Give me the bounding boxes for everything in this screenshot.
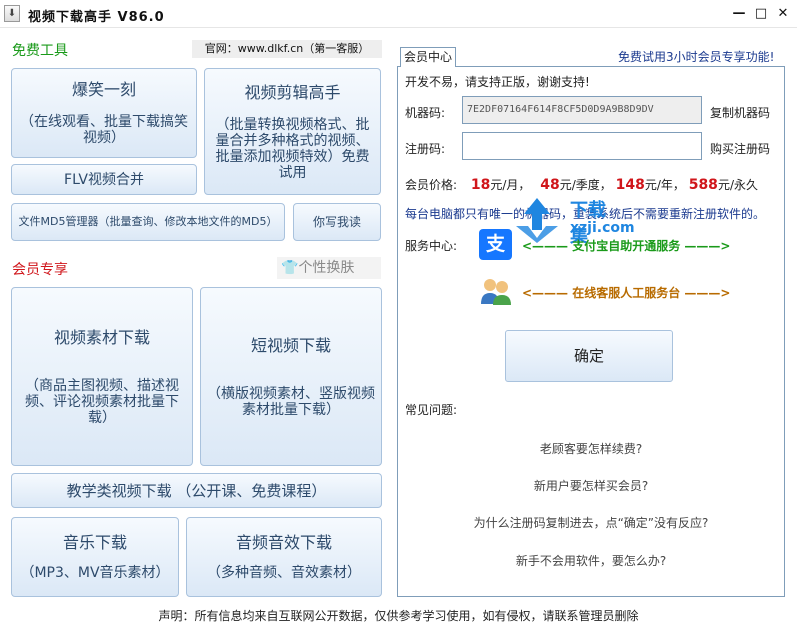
button-title: 视频剪辑高手: [244, 82, 341, 102]
music-download-button[interactable]: 音乐下载 （MP3、MV音乐素材）: [11, 517, 179, 597]
free-tools-title: 免费工具: [12, 43, 68, 59]
price-label: 会员价格:: [405, 178, 458, 192]
faq-item[interactable]: 为什么注册码复制进去，点“确定”没有反应?: [398, 514, 784, 531]
shirt-icon: 👕: [281, 260, 299, 276]
faq-item[interactable]: 老顾客要怎样续费?: [398, 440, 784, 457]
buy-reg-code-button[interactable]: 购买注册码: [710, 140, 770, 157]
customer-service-icon: [481, 279, 511, 305]
reg-code-input[interactable]: [462, 132, 702, 160]
alipay-icon: 支: [479, 229, 512, 260]
maximize-button[interactable]: □: [750, 4, 772, 24]
close-button[interactable]: ✕: [772, 4, 794, 24]
audio-effects-download-button[interactable]: 音频音效下载 （多种音频、音效素材）: [186, 517, 382, 597]
price-quarter: 48元/季度，: [540, 177, 612, 193]
faq-item[interactable]: 新用户要怎样买会员?: [398, 477, 784, 494]
faq-item[interactable]: 新手不会用软件，要怎么办?: [398, 552, 784, 569]
button-desc: （批量转换视频格式、批量合并多种格式的视频、批量添加视频特效）免费试用: [215, 116, 370, 181]
member-title: 会员专享: [12, 262, 68, 278]
main-window: ⬇ 视频下载高手 V86.0 — □ ✕ 免费工具 官网：www.dlkf.cn…: [0, 0, 797, 635]
button-title: 你写我读: [312, 215, 361, 229]
minimize-button[interactable]: —: [728, 4, 750, 24]
price-year: 148元/年，: [615, 177, 685, 193]
download-arrow-icon: ⬇: [4, 5, 20, 22]
reg-code-label: 注册码:: [405, 142, 446, 156]
material-video-download-button[interactable]: 视频素材下载 （商品主图视频、描述视频、评论视频素材批量下载）: [11, 287, 193, 466]
button-desc: （横版视频素材、竖版视频素材批量下载）: [207, 385, 375, 418]
tab-member-center[interactable]: 会员中心: [400, 47, 456, 67]
machine-code-note: 每台电脑都只有唯一的机器码，重装系统后不需要重新注册软件的。: [405, 207, 766, 221]
copy-machine-code-button[interactable]: 复制机器码: [710, 104, 770, 121]
teaching-video-download-button[interactable]: 教学类视频下载 （公开课、免费课程）: [11, 473, 382, 508]
machine-code-field[interactable]: 7E2DF07164F614F8CF5D0D9A9B8D9DV: [462, 96, 702, 124]
you-write-i-read-button[interactable]: 你写我读: [293, 203, 381, 241]
skin-switch-button[interactable]: 👕个性换肤: [277, 257, 381, 279]
trial-notice: 免费试用3小时会员专享功能!: [618, 50, 775, 64]
button-title: 短视频下载: [250, 335, 331, 355]
button-desc: （MP3、MV音乐素材）: [20, 565, 170, 581]
skin-label: 个性换肤: [298, 260, 355, 276]
online-cs-link[interactable]: <——— 在线客服人工服务台 ———>: [522, 284, 730, 301]
button-desc: （多种音频、音效素材）: [207, 565, 361, 581]
button-title: 爆笑一刻: [71, 80, 136, 99]
service-center-label: 服务中心:: [405, 239, 458, 253]
support-notice: 开发不易，请支持正版，谢谢支持!: [405, 75, 590, 89]
video-editor-button[interactable]: 视频剪辑高手 （批量转换视频格式、批量合并多种格式的视频、批量添加视频特效）免费…: [204, 68, 381, 195]
alipay-self-service-link[interactable]: <——— 支付宝自助开通服务 ———>: [522, 237, 730, 254]
faq-label: 常见问题:: [405, 403, 458, 417]
flv-merge-button[interactable]: FLV视频合并: [11, 164, 197, 195]
button-title: FLV视频合并: [64, 171, 144, 188]
button-title: 视频素材下载: [53, 327, 150, 347]
price-row: 会员价格: 18元/月， 48元/季度， 148元/年， 588元/永久: [405, 176, 758, 193]
button-desc: （在线观看、批量下载搞笑视频）: [20, 114, 188, 146]
disclaimer-footer: 声明：所有信息均来自互联网公开数据，仅供参考学习使用，如有侵权，请联系管理员删除: [158, 609, 639, 623]
price-forever: 588元/永久: [688, 177, 758, 193]
button-title: 文件MD5管理器（批量查询、修改本地文件的MD5）: [18, 215, 278, 228]
funny-moment-button[interactable]: 爆笑一刻 （在线观看、批量下载搞笑视频）: [11, 68, 197, 158]
confirm-button[interactable]: 确定: [505, 330, 673, 382]
short-video-download-button[interactable]: 短视频下载 （横版视频素材、竖版视频素材批量下载）: [200, 287, 382, 466]
button-title: 音频音效下载: [235, 533, 332, 552]
window-title: 视频下载高手 V86.0: [28, 10, 165, 25]
button-title: 教学类视频下载 （公开课、免费课程）: [66, 481, 327, 500]
official-site-label: 官网：www.dlkf.cn（第一客服）: [192, 40, 382, 58]
price-month: 18元/月，: [470, 177, 531, 193]
machine-code-label: 机器码:: [405, 106, 446, 120]
button-desc: （商品主图视频、描述视频、评论视频素材批量下载）: [25, 377, 179, 426]
title-bar: ⬇ 视频下载高手 V86.0 — □ ✕: [0, 0, 797, 28]
button-title: 音乐下载: [62, 533, 127, 552]
md5-manager-button[interactable]: 文件MD5管理器（批量查询、修改本地文件的MD5）: [11, 203, 285, 241]
